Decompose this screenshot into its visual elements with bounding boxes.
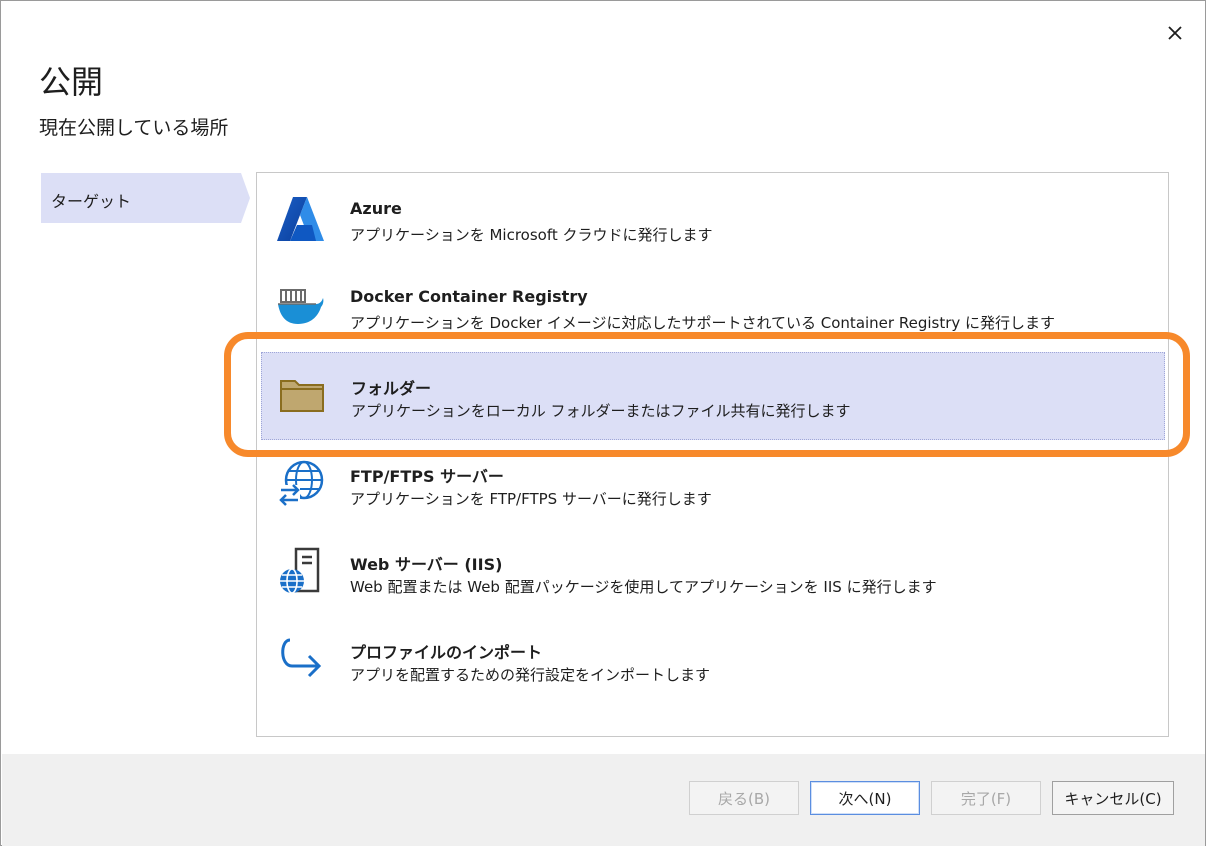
- target-option-ftp[interactable]: FTP/FTPS サーバー アプリケーションを FTP/FTPS サーバーに発行…: [261, 441, 1165, 529]
- target-option-import-profile[interactable]: プロファイルのインポート アプリを配置するための発行設定をインポートします: [261, 617, 1165, 705]
- target-description: アプリを配置するための発行設定をインポートします: [350, 666, 711, 684]
- target-description: Web 配置または Web 配置パッケージを使用してアプリケーションを IIS …: [350, 578, 937, 596]
- target-list: Azure アプリケーションを Microsoft クラウドに発行します Doc…: [256, 172, 1169, 737]
- close-icon: [1168, 26, 1182, 40]
- target-option-azure[interactable]: Azure アプリケーションを Microsoft クラウドに発行します: [261, 177, 1165, 265]
- target-name: Azure: [350, 199, 402, 218]
- azure-icon: [275, 193, 327, 245]
- target-description: アプリケーションを Microsoft クラウドに発行します: [350, 226, 713, 244]
- import-arrow-icon: [275, 633, 327, 685]
- target-name: FTP/FTPS サーバー: [350, 467, 504, 486]
- target-name: Web サーバー (IIS): [350, 555, 503, 574]
- target-option-docker[interactable]: Docker Container Registry アプリケーションを Dock…: [261, 265, 1165, 353]
- target-description: アプリケーションを FTP/FTPS サーバーに発行します: [350, 490, 712, 508]
- nav-item-label: ターゲット: [51, 192, 132, 211]
- target-name: フォルダー: [351, 379, 432, 398]
- dialog-title: 公開: [39, 63, 104, 101]
- docker-icon: [275, 281, 327, 333]
- nav-item-target[interactable]: ターゲット: [41, 173, 241, 223]
- target-name: プロファイルのインポート: [350, 643, 543, 662]
- finish-button[interactable]: 完了(F): [931, 781, 1041, 815]
- target-name: Docker Container Registry: [350, 287, 588, 306]
- back-button[interactable]: 戻る(B): [689, 781, 799, 815]
- target-option-iis[interactable]: Web サーバー (IIS) Web 配置または Web 配置パッケージを使用し…: [261, 529, 1165, 617]
- target-option-folder[interactable]: フォルダー アプリケーションをローカル フォルダーまたはファイル共有に発行します: [261, 352, 1165, 440]
- target-description: アプリケーションをローカル フォルダーまたはファイル共有に発行します: [351, 402, 851, 420]
- close-button[interactable]: [1161, 19, 1189, 47]
- dialog-subtitle: 現在公開している場所: [39, 117, 229, 139]
- folder-icon: [276, 369, 328, 421]
- publish-dialog: 公開 現在公開している場所 ターゲット Azure アプリケーションを Micr…: [0, 0, 1206, 846]
- next-button[interactable]: 次へ(N): [810, 781, 920, 815]
- target-description: アプリケーションを Docker イメージに対応したサポートされている Cont…: [350, 314, 1056, 332]
- cancel-button[interactable]: キャンセル(C): [1052, 781, 1174, 815]
- web-server-icon: [275, 545, 327, 597]
- nav-selection-arrow: [241, 173, 250, 223]
- ftp-globe-icon: [275, 457, 327, 509]
